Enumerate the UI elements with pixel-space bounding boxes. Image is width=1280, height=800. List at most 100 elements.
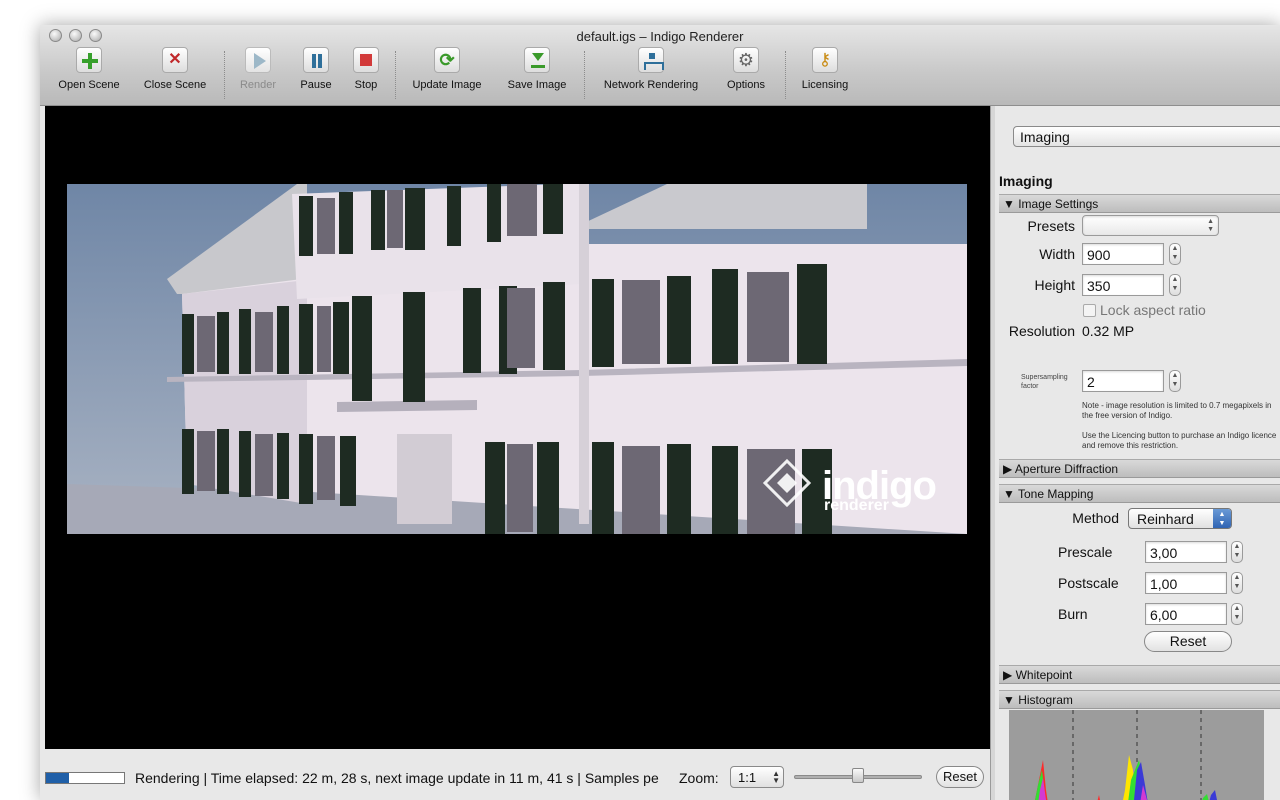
postscale-input[interactable]: 1,00 [1145, 572, 1227, 594]
updown-arrows-icon: ▲ ▼ [1213, 509, 1231, 528]
stop-label: Stop [354, 79, 378, 91]
updown-arrows-icon: ▲ ▼ [1207, 218, 1214, 233]
render-label: Render [239, 79, 277, 91]
updown-arrows-icon: ▲ ▼ [772, 769, 780, 785]
open-scene-label: Open Scene [58, 79, 120, 91]
render-button[interactable]: Render [236, 47, 280, 91]
whitepoint-header: Whitepoint [1015, 668, 1073, 682]
download-icon [524, 47, 550, 73]
toolbar-separator [224, 51, 225, 99]
close-x-icon: ✕ [162, 47, 188, 73]
network-rendering-button[interactable]: Network Rendering [596, 47, 706, 91]
save-image-label: Save Image [507, 79, 567, 91]
aperture-diffraction-section-toggle[interactable]: ▶ Aperture Diffraction [999, 459, 1280, 478]
width-stepper[interactable]: ▲ ▼ [1169, 243, 1181, 265]
prescale-input[interactable]: 3,00 [1145, 541, 1227, 563]
supersampling-label-line2: factor [1021, 383, 1039, 390]
panel-category-select[interactable]: Imaging [1013, 126, 1280, 147]
height-stepper[interactable]: ▲ ▼ [1169, 274, 1181, 296]
close-scene-label: Close Scene [143, 79, 207, 91]
presets-select[interactable]: ▲ ▼ [1082, 215, 1219, 236]
options-label: Options [727, 79, 765, 91]
render-viewport[interactable]: indigo renderer [45, 106, 990, 749]
postscale-label: Postscale [1058, 575, 1119, 591]
method-label: Method [1072, 510, 1119, 526]
postscale-stepper[interactable]: ▲ ▼ [1231, 572, 1243, 594]
disclosure-right-icon: ▶ [1003, 668, 1016, 682]
save-image-button[interactable]: Save Image [502, 47, 572, 91]
resolution-label: Resolution [1008, 323, 1075, 339]
burn-stepper[interactable]: ▲ ▼ [1231, 603, 1243, 625]
update-image-label: Update Image [412, 79, 482, 91]
play-icon [245, 47, 271, 73]
disclosure-right-icon: ▶ [1003, 462, 1015, 476]
zoom-label: Zoom: [679, 770, 719, 786]
aperture-diffraction-header: Aperture Diffraction [1014, 462, 1119, 476]
supersampling-stepper[interactable]: ▲ ▼ [1169, 370, 1181, 392]
lock-aspect-checkbox[interactable] [1083, 304, 1096, 317]
title-toolbar: default.igs – Indigo Renderer Open Scene… [40, 25, 1280, 106]
toolbar-separator [584, 51, 585, 99]
resolution-value: 0.32 MP [1082, 323, 1135, 339]
lock-aspect-label: Lock aspect ratio [1100, 302, 1206, 318]
rendered-image: indigo renderer [67, 184, 967, 534]
panel-category-value: Imaging [1020, 129, 1070, 145]
burn-input[interactable]: 6,00 [1145, 603, 1227, 625]
pause-icon [303, 47, 329, 73]
status-text: Rendering | Time elapsed: 22 m, 28 s, ne… [135, 770, 659, 786]
options-button[interactable]: ⚙ Options [718, 47, 774, 91]
whitepoint-section-toggle[interactable]: ▶ Whitepoint [999, 665, 1280, 684]
toolbar-separator [395, 51, 396, 99]
tone-mapping-section-toggle[interactable]: ▼ Tone Mapping [999, 484, 1280, 503]
histogram-header: Histogram [1018, 693, 1073, 707]
zoom-slider-knob[interactable] [852, 768, 864, 783]
prescale-label: Prescale [1058, 544, 1113, 560]
toolbar-separator [785, 51, 786, 99]
tone-mapping-header: Tone Mapping [1018, 487, 1094, 501]
panel-heading: Imaging [999, 173, 1053, 189]
render-progress-fill [46, 773, 69, 783]
presets-label: Presets [1027, 218, 1075, 234]
status-bar: Rendering | Time elapsed: 22 m, 28 s, ne… [40, 749, 990, 800]
zoom-value: 1:1 [738, 770, 757, 785]
key-icon: ⚷ [812, 47, 838, 73]
refresh-icon: ⟳ [434, 47, 460, 73]
stop-button[interactable]: Stop [346, 47, 386, 91]
window-title: default.igs – Indigo Renderer [576, 29, 744, 44]
tone-mapping-reset-button[interactable]: Reset [1144, 631, 1232, 652]
licence-note: Use the Licencing button to purchase an … [1082, 431, 1277, 450]
pause-label: Pause [300, 79, 332, 91]
disclosure-down-icon: ▼ [1003, 197, 1019, 211]
method-select[interactable]: Reinhard ▲ ▼ [1128, 508, 1232, 529]
width-input[interactable]: 900 [1082, 243, 1164, 265]
height-label: Height [1034, 277, 1075, 293]
update-image-button[interactable]: ⟳ Update Image [407, 47, 487, 91]
resolution-limit-note: Note - image resolution is limited to 0.… [1082, 401, 1272, 420]
pause-button[interactable]: Pause [296, 47, 336, 91]
zoom-select[interactable]: 1:1 ▲ ▼ [730, 766, 784, 788]
settings-panel: Imaging Imaging ▼ Image Settings Presets… [995, 106, 1280, 800]
supersampling-label: Supersampling factor [1009, 373, 1075, 391]
licensing-button[interactable]: ⚷ Licensing [796, 47, 854, 91]
network-rendering-label: Network Rendering [603, 79, 699, 91]
burn-label: Burn [1058, 606, 1088, 622]
open-scene-button[interactable]: Open Scene [54, 47, 124, 91]
plus-icon [76, 47, 102, 73]
histogram-section-toggle[interactable]: ▼ Histogram [999, 690, 1280, 709]
method-value: Reinhard [1137, 511, 1194, 527]
stop-icon [353, 47, 379, 73]
histogram-graph [1009, 710, 1264, 800]
disclosure-down-icon: ▼ [1003, 487, 1018, 501]
supersampling-label-line1: Supersampling [1021, 374, 1068, 381]
app-window: default.igs – Indigo Renderer Open Scene… [40, 25, 1280, 800]
histogram-plot [1035, 710, 1217, 800]
zoom-reset-button[interactable]: Reset [936, 766, 984, 788]
height-input[interactable]: 350 [1082, 274, 1164, 296]
image-settings-section-toggle[interactable]: ▼ Image Settings [999, 194, 1280, 213]
prescale-stepper[interactable]: ▲ ▼ [1231, 541, 1243, 563]
render-progress-bar [45, 772, 125, 784]
close-scene-button[interactable]: ✕ Close Scene [140, 47, 210, 91]
disclosure-down-icon: ▼ [1003, 693, 1019, 707]
image-settings-header: Image Settings [1018, 197, 1099, 211]
supersampling-input[interactable]: 2 [1082, 370, 1164, 392]
